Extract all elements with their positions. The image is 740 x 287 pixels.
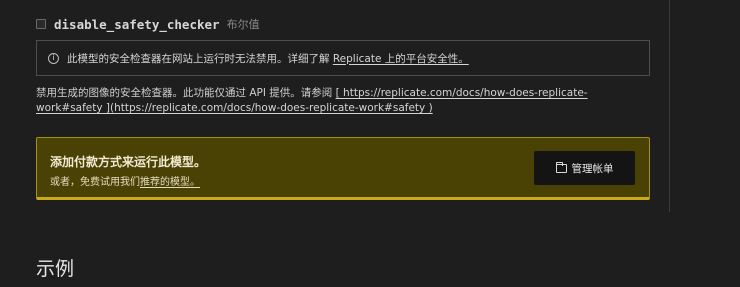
field-description: 禁用生成的图像的安全检查器。此功能仅通过 API 提供。请参阅 [ https:…: [36, 87, 588, 114]
examples-heading: 示例: [36, 258, 75, 280]
notice-title: 添加付款方式来运行此模型。: [50, 155, 207, 169]
column-divider: [669, 0, 670, 212]
info-alert: i 此模型的安全检查器在网站上运行时无法禁用。详细了解 Replicate 上的…: [36, 40, 650, 76]
platform-safety-link[interactable]: Replicate 上的平台安全性。: [333, 53, 469, 65]
page: disable_safety_checker 布尔值 i 此模型的安全检查器在网…: [0, 0, 740, 287]
info-icon: i: [48, 52, 59, 64]
disable-safety-checker-checkbox[interactable]: [36, 19, 46, 29]
notice-subtext: 或者，免费试用我们推荐的模型。: [50, 177, 200, 188]
info-text: 此模型的安全检查器在网站上运行时无法禁用。详细了解 Replicate 上的平台…: [67, 52, 469, 65]
recommended-models-link[interactable]: 推荐的模型。: [140, 177, 200, 188]
manage-billing-label: 管理帐单: [571, 162, 614, 175]
manage-billing-button[interactable]: 管理帐单: [534, 151, 635, 185]
field-type: 布尔值: [226, 18, 260, 31]
payment-notice: 添加付款方式来运行此模型。 或者，免费试用我们推荐的模型。 管理帐单: [36, 137, 650, 200]
field-header: disable_safety_checker 布尔值: [36, 15, 260, 33]
folder-icon: [555, 161, 567, 173]
field-name: disable_safety_checker: [54, 16, 220, 32]
